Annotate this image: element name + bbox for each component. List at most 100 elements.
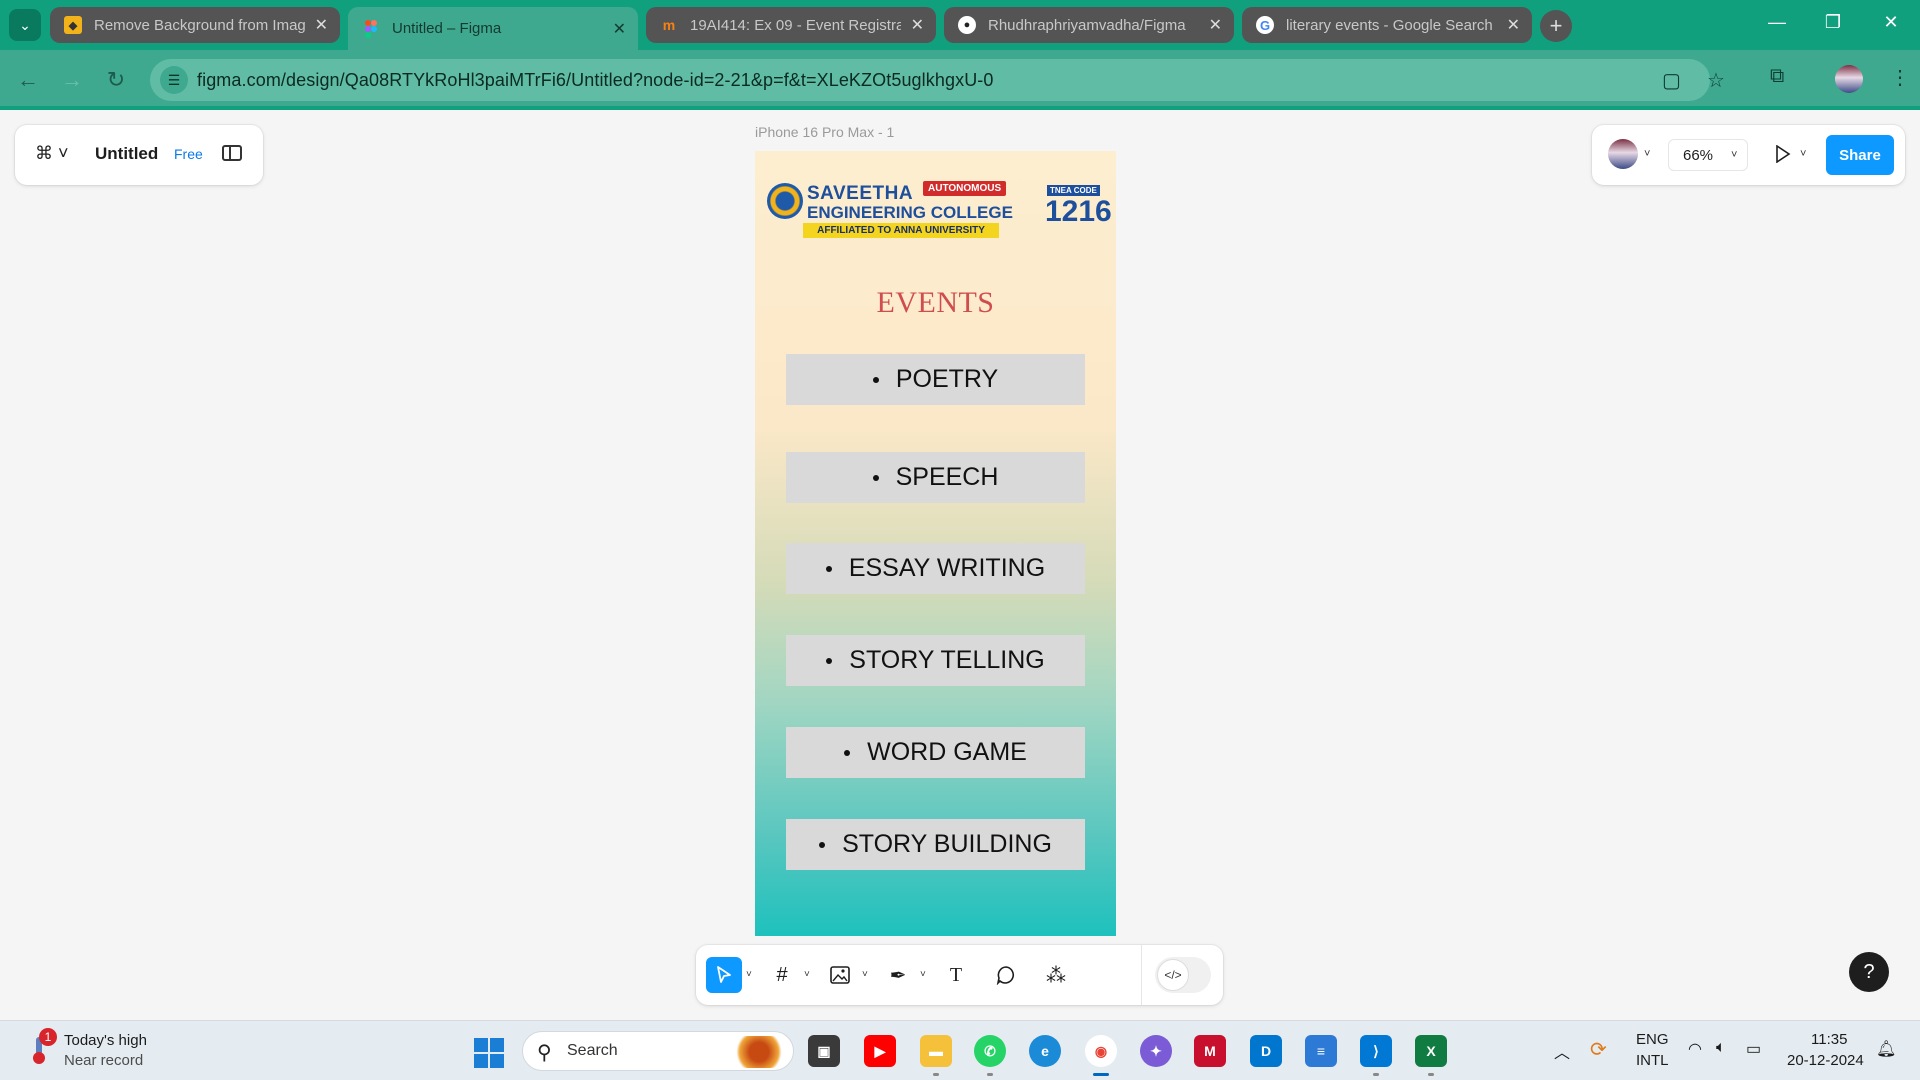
site-info-icon[interactable]: ☰ [160, 66, 188, 94]
close-window-icon[interactable]: ✕ [1876, 12, 1906, 33]
windows-start-icon[interactable] [474, 1038, 504, 1068]
logo-affiliation: AFFILIATED TO ANNA UNIVERSITY [803, 223, 999, 238]
file-title[interactable]: Untitled [95, 144, 158, 164]
address-bar[interactable]: ☰ figma.com/design/Qa08RTYkRoHl3paiMTrFi… [150, 59, 1725, 101]
chevron-down-icon[interactable]: ˅ [1800, 148, 1806, 160]
dell-icon[interactable]: D [1250, 1035, 1282, 1067]
college-emblem-icon [767, 183, 803, 219]
forward-arrow-icon[interactable]: → [56, 64, 88, 96]
battery-icon[interactable]: ▭ [1746, 1039, 1761, 1059]
clock-date[interactable]: 20-12-2024 [1787, 1052, 1864, 1069]
volume-icon[interactable]: 🔈︎ [1716, 1039, 1726, 1057]
show-hidden-icons-chevron-icon[interactable]: ︿ [1554, 1039, 1570, 1063]
frame-label[interactable]: iPhone 16 Pro Max - 1 [755, 124, 894, 140]
chrome-browser-icon[interactable]: ◉ [1085, 1035, 1117, 1067]
help-button[interactable]: ? [1849, 952, 1889, 992]
tab-remove-background[interactable]: ◆ Remove Background from Imag ✕ [50, 7, 340, 43]
figma-main-menu-icon[interactable]: ⌘ ˅ [35, 143, 69, 164]
youtube-icon[interactable]: ▶ [864, 1035, 896, 1067]
image-tool-icon[interactable] [822, 957, 858, 993]
extensions-puzzle-icon[interactable]: ⧉ [1770, 65, 1784, 88]
zoom-dropdown[interactable]: 66% ˅ [1668, 139, 1748, 171]
bullet-icon [826, 657, 833, 664]
event-item-poetry[interactable]: POETRY [786, 354, 1085, 405]
tab-title: 19AI414: Ex 09 - Event Registrat [690, 16, 901, 34]
iphone-frame[interactable]: SAVEETHA AUTONOMOUS ENGINEERING COLLEGE … [755, 151, 1116, 936]
event-item-story-telling[interactable]: STORY TELLING [786, 635, 1085, 686]
tab-google-search[interactable]: G literary events - Google Search ✕ [1242, 7, 1532, 43]
chevron-down-icon[interactable]: ˅ [862, 969, 868, 980]
weather-subtitle[interactable]: Near record [64, 1052, 143, 1069]
figma-tool-bar: ˅ # ˅ ˅ ✒ ˅ T ⁂ </> [696, 945, 1223, 1005]
close-tab-icon[interactable]: ✕ [315, 15, 328, 35]
language-code[interactable]: ENG [1636, 1031, 1669, 1048]
notification-bell-icon[interactable]: 🔔︎ [1876, 1039, 1896, 1059]
tab-search-menu-button[interactable]: ⌄ [9, 9, 41, 41]
toolbar-separator [1141, 945, 1142, 1005]
browser-profile-avatar[interactable] [1835, 65, 1863, 93]
edge-browser-icon[interactable]: e [1029, 1035, 1061, 1067]
sync-icon[interactable]: ⟳ [1590, 1037, 1607, 1062]
close-tab-icon[interactable]: ✕ [613, 19, 626, 39]
browser-toolbar: ← → ↻ ☰ figma.com/design/Qa08RTYkRoHl3pa… [0, 50, 1920, 110]
copilot-icon[interactable]: ✦ [1140, 1035, 1172, 1067]
file-explorer-icon[interactable]: ▬ [920, 1035, 952, 1067]
search-icon: ⚲ [537, 1042, 552, 1064]
event-item-speech[interactable]: SPEECH [786, 452, 1085, 503]
text-tool-icon[interactable]: T [938, 957, 974, 993]
chevron-down-icon[interactable]: ˅ [746, 969, 752, 980]
code-brackets-icon: </> [1157, 959, 1189, 991]
event-item-word-game[interactable]: WORD GAME [786, 727, 1085, 778]
logo-tnea-code: 1216 [1045, 195, 1112, 228]
vscode-icon[interactable]: ⟩ [1360, 1035, 1392, 1067]
taskbar-search[interactable]: ⚲ Search [522, 1031, 794, 1071]
back-arrow-icon[interactable]: ← [12, 64, 44, 96]
weather-title[interactable]: Today's high [64, 1032, 147, 1049]
whatsapp-icon[interactable]: ✆ [974, 1035, 1006, 1067]
remove-bg-favicon: ◆ [64, 16, 82, 34]
user-avatar[interactable] [1608, 139, 1638, 169]
windows-taskbar: 1 Today's high Near record ⚲ Search ▣ ▶ … [0, 1020, 1920, 1080]
events-title[interactable]: EVENTS [755, 286, 1116, 320]
chevron-down-icon[interactable]: ˅ [804, 969, 810, 980]
event-item-essay-writing[interactable]: ESSAY WRITING [786, 543, 1085, 594]
event-label: POETRY [895, 365, 999, 393]
present-play-icon[interactable] [1775, 144, 1791, 168]
actions-tool-icon[interactable]: ⁂ [1038, 957, 1074, 993]
move-tool-icon[interactable] [706, 957, 742, 993]
close-tab-icon[interactable]: ✕ [1209, 15, 1222, 35]
tab-github-figma[interactable]: ● Rhudhraphriyamvadha/Figma ✕ [944, 7, 1234, 43]
reload-icon[interactable]: ↻ [100, 64, 132, 96]
bookmark-star-icon[interactable]: ☆ [1707, 68, 1725, 93]
language-layout[interactable]: INTL [1636, 1052, 1669, 1069]
mcafee-icon[interactable]: M [1194, 1035, 1226, 1067]
share-button[interactable]: Share [1826, 135, 1894, 175]
notepad-icon[interactable]: ≡ [1305, 1035, 1337, 1067]
close-tab-icon[interactable]: ✕ [1507, 15, 1520, 35]
file-info-panel: ⌘ ˅ Untitled Free [15, 125, 263, 185]
logo-autonomous-badge: AUTONOMOUS [923, 181, 1007, 196]
wifi-icon[interactable]: ◠ [1688, 1039, 1702, 1059]
new-tab-button[interactable]: + [1540, 10, 1572, 42]
comment-tool-icon[interactable] [988, 957, 1024, 993]
clock-time[interactable]: 11:35 [1811, 1031, 1847, 1048]
minimize-window-icon[interactable]: — [1762, 12, 1792, 33]
tab-figma-untitled[interactable]: Untitled – Figma ✕ [348, 7, 638, 50]
chevron-down-icon[interactable]: ˅ [920, 969, 926, 980]
clipboard-icon[interactable]: ▢ [1662, 68, 1681, 93]
plan-badge[interactable]: Free [174, 146, 203, 162]
task-view-icon[interactable]: ▣ [808, 1035, 840, 1067]
pen-tool-icon[interactable]: ✒ [880, 957, 916, 993]
close-tab-icon[interactable]: ✕ [911, 15, 924, 35]
event-item-story-building[interactable]: STORY BUILDING [786, 819, 1085, 870]
tab-moodle-event-registration[interactable]: m 19AI414: Ex 09 - Event Registrat ✕ [646, 7, 936, 43]
sidebar-toggle-icon[interactable] [222, 145, 242, 161]
browser-menu-icon[interactable]: ⋮ [1890, 65, 1910, 90]
figma-canvas[interactable]: ⌘ ˅ Untitled Free ˅ 66% ˅ ˅ Share iPhone… [0, 110, 1920, 1020]
frame-tool-icon[interactable]: # [764, 957, 800, 993]
chevron-down-icon[interactable]: ˅ [1644, 148, 1650, 160]
dev-mode-toggle[interactable]: </> [1155, 957, 1211, 993]
restore-window-icon[interactable]: ❐ [1818, 12, 1848, 33]
excel-icon[interactable]: X [1415, 1035, 1447, 1067]
tab-title: Rhudhraphriyamvadha/Figma [988, 16, 1186, 34]
